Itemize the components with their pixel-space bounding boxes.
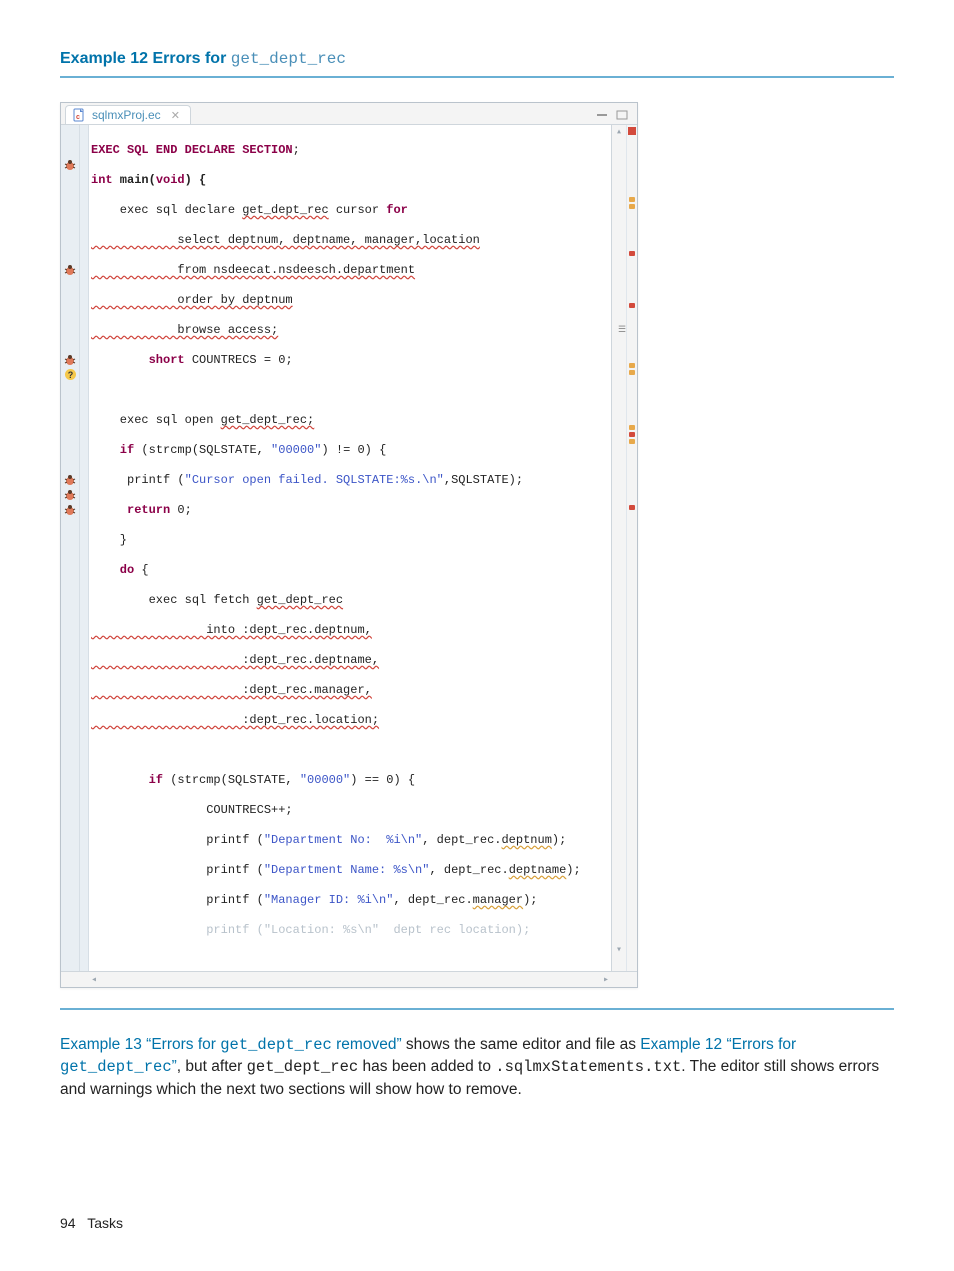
divider-top: [60, 76, 894, 78]
scroll-right-icon[interactable]: ▸: [599, 972, 613, 987]
cross-ref-link[interactable]: Example 13 “Errors for get_dept_rec remo…: [60, 1036, 402, 1053]
scroll-left-icon[interactable]: ◂: [87, 972, 101, 987]
editor-tabbar: c sqlmxProj.ec ✕: [61, 103, 637, 125]
scroll-up-icon[interactable]: ▴: [612, 125, 626, 139]
page-footer: 94 Tasks: [60, 1215, 123, 1231]
editor-tab[interactable]: c sqlmxProj.ec ✕: [65, 105, 191, 124]
divider-bottom: [60, 1008, 894, 1010]
warning-marker-icon: [629, 204, 635, 209]
maximize-icon[interactable]: [615, 109, 629, 121]
section-name: Tasks: [87, 1215, 123, 1231]
error-marker-icon: [629, 303, 635, 308]
svg-text:c: c: [76, 114, 80, 121]
error-marker-icon: [629, 505, 635, 510]
warning-marker-icon: [629, 197, 635, 202]
heading-prefix: Example 12 Errors for: [60, 50, 231, 67]
fold-gutter: [80, 125, 89, 971]
heading-code: get_dept_rec: [231, 50, 346, 68]
overview-ruler: [626, 125, 637, 971]
error-summary-icon: [628, 127, 636, 135]
vertical-scrollbar[interactable]: ▴ ☰ ▾: [611, 125, 626, 971]
error-marker-icon: [629, 432, 635, 437]
warning-marker-icon: [629, 363, 635, 368]
bug-icon: [63, 488, 77, 502]
body-paragraph: Example 13 “Errors for get_dept_rec remo…: [60, 1034, 894, 1101]
warning-icon: ?: [65, 369, 76, 380]
close-icon[interactable]: ✕: [171, 109, 180, 122]
bug-icon: [63, 473, 77, 487]
editor-screenshot: c sqlmxProj.ec ✕: [60, 102, 638, 988]
error-marker-icon: [629, 251, 635, 256]
warning-marker-icon: [629, 439, 635, 444]
marker-gutter: ?: [61, 125, 80, 971]
bug-icon: [63, 503, 77, 517]
bug-icon: [63, 158, 77, 172]
bug-icon: [63, 263, 77, 277]
editor-body: ? EXEC SQL END DECLARE SECTION; int main…: [61, 125, 637, 971]
warning-marker-icon: [629, 370, 635, 375]
minimize-icon[interactable]: [595, 109, 609, 121]
warning-marker-icon: [629, 425, 635, 430]
c-file-icon: c: [72, 108, 86, 122]
bug-icon: [63, 353, 77, 367]
scroll-grip-icon: ☰: [618, 325, 626, 335]
example-heading: Example 12 Errors for get_dept_rec: [60, 50, 894, 68]
scroll-down-icon[interactable]: ▾: [612, 943, 626, 957]
tab-label: sqlmxProj.ec: [92, 108, 161, 122]
horizontal-scrollbar[interactable]: ◂ ▸: [61, 971, 637, 987]
code-area[interactable]: EXEC SQL END DECLARE SECTION; int main(v…: [89, 125, 611, 971]
page-number: 94: [60, 1215, 76, 1231]
